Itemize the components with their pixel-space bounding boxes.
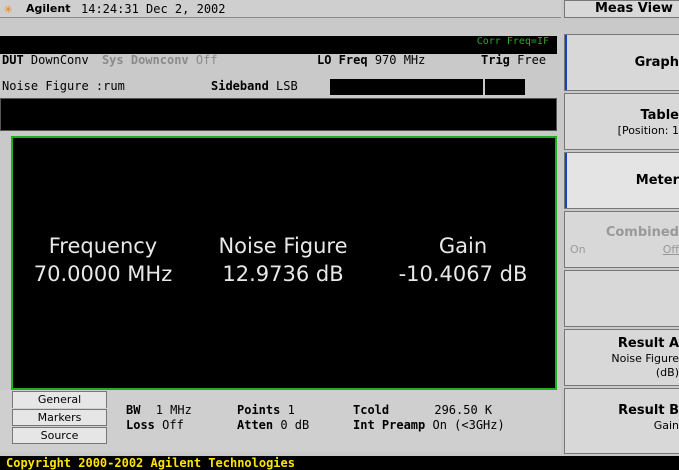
softkey-result-b-sub: Gain <box>653 419 679 432</box>
tcold-label: Tcold <box>353 403 390 417</box>
meter-display: Frequency Noise Figure Gain 70.0000 MHz … <box>11 136 557 390</box>
softkey-combined-label: Combined <box>605 225 679 240</box>
message-line <box>0 98 557 131</box>
status-top-strip: Corr Freq=IF <box>0 36 557 54</box>
dut-label: DUT <box>2 53 24 67</box>
gain-value: -10.4067 dB <box>398 262 528 286</box>
noise-figure-header: Noise Figure <box>218 234 348 258</box>
softkey-bracket <box>565 153 567 208</box>
softkey-table[interactable]: Table [Position: 1 <box>564 93 679 150</box>
agilent-spark-icon: ✳ <box>4 1 13 17</box>
loss-info: Loss Off <box>126 418 184 432</box>
status-row-lo: LO Freq 970 MHz <box>317 53 425 67</box>
clock: 14:24:31 Dec 2, 2002 <box>81 2 226 16</box>
loss-label: Loss <box>126 418 155 432</box>
preamp-label: Int Preamp <box>353 418 426 432</box>
status-row-nf: Noise Figure :rum <box>2 79 125 93</box>
bw-value: 1 MHz <box>155 403 192 417</box>
softkey-graph-label: Graph <box>634 55 679 70</box>
noise-figure-value: 12.9736 dB <box>222 262 344 286</box>
sideband-label: Sideband <box>211 79 269 93</box>
softkey-graph[interactable]: Graph <box>564 34 679 91</box>
softkey-result-b-label: Result B <box>618 403 679 418</box>
copyright-bar: Copyright 2000-2002 Agilent Technologies <box>0 456 679 470</box>
sideband-value: LSB <box>276 79 298 93</box>
bw-info: BW 1 MHz <box>126 403 192 417</box>
gain-header: Gain <box>438 234 488 258</box>
points-value: 1 <box>287 403 295 417</box>
softkey-combined-off: Off <box>662 243 679 256</box>
atten-info: Atten 0 dB <box>237 418 309 432</box>
softkey-combined-on: On <box>570 243 586 256</box>
preamp-value: On (<3GHz) <box>432 418 505 432</box>
tab-markers[interactable]: Markers <box>12 409 107 426</box>
frequency-value: 70.0000 MHz <box>33 262 173 286</box>
softkey-table-position: [Position: 1 <box>617 124 679 137</box>
softkey-meter[interactable]: Meter <box>564 152 679 209</box>
corr-freq-indicator: Corr Freq=IF <box>476 36 549 47</box>
softkey-bracket <box>565 35 567 90</box>
softkey-table-label: Table <box>640 108 679 123</box>
points-info: Points 1 <box>237 403 295 417</box>
tab-general[interactable]: General <box>12 391 107 408</box>
status-box <box>330 79 483 95</box>
points-label: Points <box>237 403 281 417</box>
softkey-result-a-sub: Noise Figure <box>611 352 679 365</box>
softkey-combined[interactable]: Combined On Off <box>564 211 679 268</box>
status-box <box>485 79 525 95</box>
atten-value: 0 dB <box>280 418 310 432</box>
lo-freq-label: LO Freq <box>317 53 368 67</box>
softkey-blank[interactable] <box>564 270 679 327</box>
frequency-header: Frequency <box>48 234 158 258</box>
nf-mode-label: Noise Figure :rum <box>2 79 125 93</box>
brand-name: Agilent <box>26 2 71 15</box>
trig-value: Free <box>517 53 547 67</box>
softkey-meter-label: Meter <box>635 173 679 188</box>
title-bar: ✳ Agilent 14:24:31 Dec 2, 2002 <box>0 0 561 18</box>
softkey-result-a[interactable]: Result A Noise Figure (dB) <box>564 329 679 386</box>
atten-label: Atten <box>237 418 274 432</box>
status-row-sideband: Sideband LSB <box>211 79 298 93</box>
softkey-result-b[interactable]: Result B Gain <box>564 388 679 454</box>
preamp-info: Int Preamp On (<3GHz) <box>353 418 505 432</box>
softkey-result-a-unit: (dB) <box>655 366 679 379</box>
tcold-value: 296.50 K <box>434 403 493 417</box>
trig-label: Trig <box>481 53 510 67</box>
bw-label: BW <box>126 403 141 417</box>
menu-title: Meas View <box>564 0 679 18</box>
tcold-info: Tcold 296.50 K <box>353 403 492 417</box>
status-row-trig: Trig Free <box>481 53 546 67</box>
lo-freq-value: 970 MHz <box>374 53 426 67</box>
loss-value: Off <box>162 418 184 432</box>
dut-value: DownConv <box>30 53 89 67</box>
sys-downconv-value: Off <box>195 53 218 67</box>
sys-downconv-label: Sys Downconv <box>101 53 189 67</box>
softkey-result-a-label: Result A <box>617 336 679 351</box>
tab-source[interactable]: Source <box>12 427 107 444</box>
status-row-dut: DUT DownConv Sys Downconv Off <box>2 53 218 67</box>
